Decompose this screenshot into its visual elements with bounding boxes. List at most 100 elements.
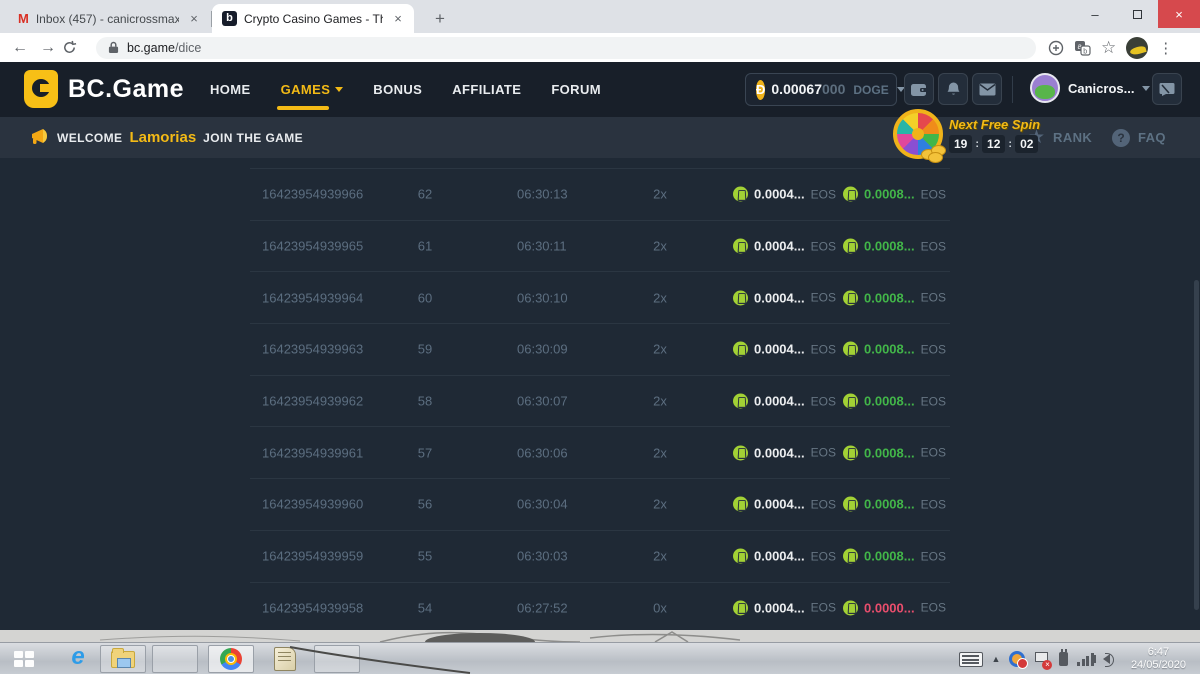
browser-profile-avatar[interactable] [1126,37,1148,59]
translate-icon[interactable]: a b [1074,40,1091,56]
tab-bcgame[interactable]: b Crypto Casino Games - The 8 Bes × [212,4,414,33]
keyboard-icon[interactable] [959,652,983,667]
nav-affiliate[interactable]: AFFILIATE [452,62,521,117]
wallet-button[interactable] [904,73,934,105]
table-row[interactable]: 16423954939958 54 06:27:52 0x 0.0004... … [250,583,950,631]
bet-amount-cell: 0.0004... EOS [733,600,836,615]
eos-coin-icon [733,394,748,409]
tab-title: Crypto Casino Games - The 8 Bes [244,12,383,26]
nav-bonus[interactable]: BONUS [373,62,422,117]
faq-link[interactable]: ? FAQ [1112,117,1166,158]
bet-amount: 0.0004... [754,290,805,305]
taskbar-chrome[interactable] [208,645,254,673]
chat-toggle-button[interactable] [1152,73,1182,105]
bookmark-star-icon[interactable]: ☆ [1101,38,1116,58]
table-row[interactable]: 16423954939959 55 06:30:03 2x 0.0004... … [250,531,950,583]
table-row[interactable]: 16423954939960 56 06:30:04 2x 0.0004... … [250,479,950,531]
wallet-icon [910,82,928,97]
roll-result: 60 [390,290,460,305]
doge-coin-icon: Ð [756,80,765,100]
table-row[interactable]: 16423954939964 60 06:30:10 2x 0.0004... … [250,272,950,324]
new-tab-button[interactable]: + [428,8,452,32]
bet-id: 16423954939962 [262,394,363,409]
table-row[interactable]: 16423954939965 61 06:30:11 2x 0.0004... … [250,221,950,273]
menu-icon[interactable]: ⋮ [1158,39,1173,57]
tab-close-icon[interactable]: × [186,11,202,27]
timer-minutes: 12 [982,135,1005,153]
brand-name: BC.Game [68,75,184,104]
restore-button[interactable] [1116,0,1158,28]
restore-icon [1133,10,1142,19]
reload-button[interactable] [62,40,90,55]
roll-result: 59 [390,342,460,357]
action-center-flag-icon[interactable] [1034,651,1048,667]
power-icon[interactable] [1059,652,1068,666]
tray-app-icon[interactable] [1009,651,1025,667]
table-row[interactable]: 16423954939962 58 06:30:07 2x 0.0004... … [250,376,950,428]
taskbar-app-1[interactable] [152,645,198,673]
nav-forum[interactable]: FORUM [551,62,601,117]
eos-coin-icon [733,497,748,512]
plus-circle-icon[interactable] [1048,40,1064,56]
currency-label: EOS [921,342,946,356]
speaker-icon[interactable] [1103,654,1110,664]
tab-close-icon[interactable]: × [390,11,406,27]
coins-icon [921,141,951,159]
close-button[interactable]: × [1158,0,1200,28]
payout-multiplier: 2x [630,497,690,512]
payout-multiplier: 2x [630,187,690,202]
bet-time: 06:30:07 [517,394,568,409]
roll-result: 54 [390,600,460,615]
bet-id: 16423954939964 [262,290,363,305]
bell-icon [946,81,961,97]
bet-id: 16423954939961 [262,445,363,460]
tab-gmail[interactable]: M Inbox (457) - canicrossmaxx@gm × [8,4,210,33]
back-button[interactable]: ← [6,39,34,57]
table-row[interactable]: 16423954939963 59 06:30:09 2x 0.0004... … [250,324,950,376]
bcgame-favicon: b [222,11,237,26]
page-content: BC.Game HOME GAMES BONUS AFFILIATE FORUM… [0,62,1200,630]
nav-games[interactable]: GAMES [281,62,344,117]
nav-home[interactable]: HOME [210,62,251,117]
messages-button[interactable] [972,73,1002,105]
bet-amount: 0.0004... [754,549,805,564]
free-spin-widget[interactable]: Next Free Spin 19 : 12 : 02 [893,109,1040,159]
notifications-button[interactable] [938,73,968,105]
bcgame-logo[interactable]: BC.Game [24,70,184,108]
megaphone-icon [30,128,50,146]
forward-button[interactable]: → [34,39,62,57]
taskbar-ie[interactable]: e [55,645,101,673]
bet-amount: 0.0004... [754,342,805,357]
chevron-down-icon [335,87,343,92]
minimize-button[interactable]: – [1074,0,1116,28]
address-bar[interactable]: bc.game/dice [96,37,1036,59]
page-scrollbar[interactable] [1194,280,1199,610]
browser-toolbar: ← → bc.game/dice a b ☆ ⋮ [0,33,1200,62]
taskbar-explorer[interactable] [100,645,146,673]
balance-selector[interactable]: Ð 0.00067000 DOGE [745,73,897,106]
roll-result: 55 [390,549,460,564]
bet-id: 16423954939958 [262,600,363,615]
gmail-icon: M [18,11,29,26]
timer-seconds: 02 [1015,135,1038,153]
bet-amount-cell: 0.0004... EOS [733,342,836,357]
folder-icon [111,651,135,668]
currency-label: EOS [811,187,836,201]
bet-time: 06:27:52 [517,600,568,615]
bet-profit: 0.0008... [864,445,915,460]
start-button[interactable] [6,647,42,671]
taskbar-clock[interactable]: 6:47 24/05/2020 [1125,646,1192,672]
bet-profit-cell: 0.0008... EOS [843,290,946,305]
roll-result: 56 [390,497,460,512]
clock-time: 6:47 [1131,646,1186,659]
bet-profit: 0.0008... [864,342,915,357]
user-menu[interactable]: Canicros... [1030,73,1150,103]
table-row[interactable]: 16423954939961 57 06:30:06 2x 0.0004... … [250,427,950,479]
sketch-line-overlay [285,643,475,674]
tray-expand-icon[interactable]: ▲ [992,654,1001,664]
bet-id: 16423954939966 [262,187,363,202]
eos-coin-icon [733,600,748,615]
table-row[interactable]: 16423954939966 62 06:30:13 2x 0.0004... … [250,169,950,221]
url-text[interactable]: bc.game/dice [127,41,201,55]
question-icon: ? [1112,129,1130,147]
